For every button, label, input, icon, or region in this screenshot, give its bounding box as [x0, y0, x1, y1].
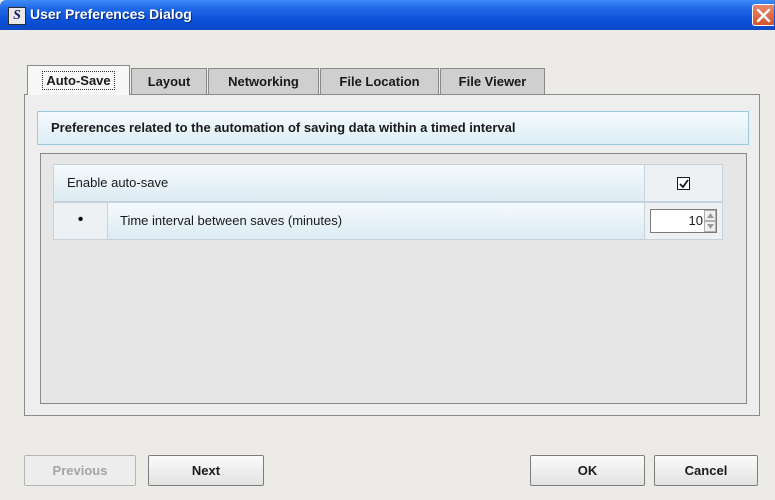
checkmark-icon	[679, 179, 689, 189]
tab-label: Layout	[147, 74, 191, 89]
tab-file-viewer[interactable]: File Viewer	[440, 68, 545, 94]
interval-spinner[interactable]: 10	[650, 209, 717, 233]
tab-layout[interactable]: Layout	[131, 68, 207, 94]
enable-autosave-checkbox[interactable]	[677, 177, 690, 190]
window-title: User Preferences Dialog	[30, 6, 192, 22]
enable-autosave-row: Enable auto-save	[53, 164, 723, 202]
enable-autosave-label: Enable auto-save	[53, 164, 645, 202]
ok-button[interactable]: OK	[530, 455, 645, 486]
auto-save-panel: Preferences related to the automation of…	[24, 94, 760, 416]
enable-autosave-cell	[644, 164, 723, 202]
cancel-button[interactable]: Cancel	[654, 455, 758, 486]
tab-networking[interactable]: Networking	[208, 68, 319, 94]
next-button[interactable]: Next	[148, 455, 264, 486]
app-icon: S	[8, 7, 26, 25]
spinner-down-button[interactable]	[704, 221, 716, 232]
cancel-button-label: Cancel	[684, 463, 728, 478]
previous-button-label: Previous	[52, 463, 108, 478]
arrow-up-icon	[707, 213, 714, 218]
tab-auto-save[interactable]: Auto-Save	[27, 65, 130, 95]
interval-cell: 10	[644, 202, 723, 240]
spinner-up-button[interactable]	[704, 210, 716, 221]
tab-label: Networking	[228, 74, 299, 89]
arrow-down-icon	[707, 224, 714, 229]
next-button-label: Next	[191, 463, 221, 478]
settings-list: Enable auto-save • Time interval between…	[40, 153, 747, 404]
close-button[interactable]	[752, 4, 774, 26]
previous-button[interactable]: Previous	[24, 455, 136, 486]
tab-label: File Location	[339, 74, 420, 89]
panel-description: Preferences related to the automation of…	[37, 111, 749, 145]
user-preferences-dialog: S User Preferences Dialog Auto-Save Layo…	[0, 0, 775, 500]
interval-row: • Time interval between saves (minutes) …	[53, 202, 723, 240]
ok-button-label: OK	[577, 463, 598, 478]
interval-label: Time interval between saves (minutes)	[120, 213, 343, 228]
title-bar[interactable]: S User Preferences Dialog	[0, 0, 775, 30]
tab-file-location[interactable]: File Location	[320, 68, 439, 94]
close-icon	[756, 8, 771, 23]
interval-label-cell: Time interval between saves (minutes)	[107, 202, 685, 240]
tab-label: Auto-Save	[42, 71, 115, 90]
interval-input[interactable]: 10	[651, 210, 703, 232]
tab-label: File Viewer	[458, 74, 527, 89]
bullet-marker: •	[53, 202, 108, 240]
